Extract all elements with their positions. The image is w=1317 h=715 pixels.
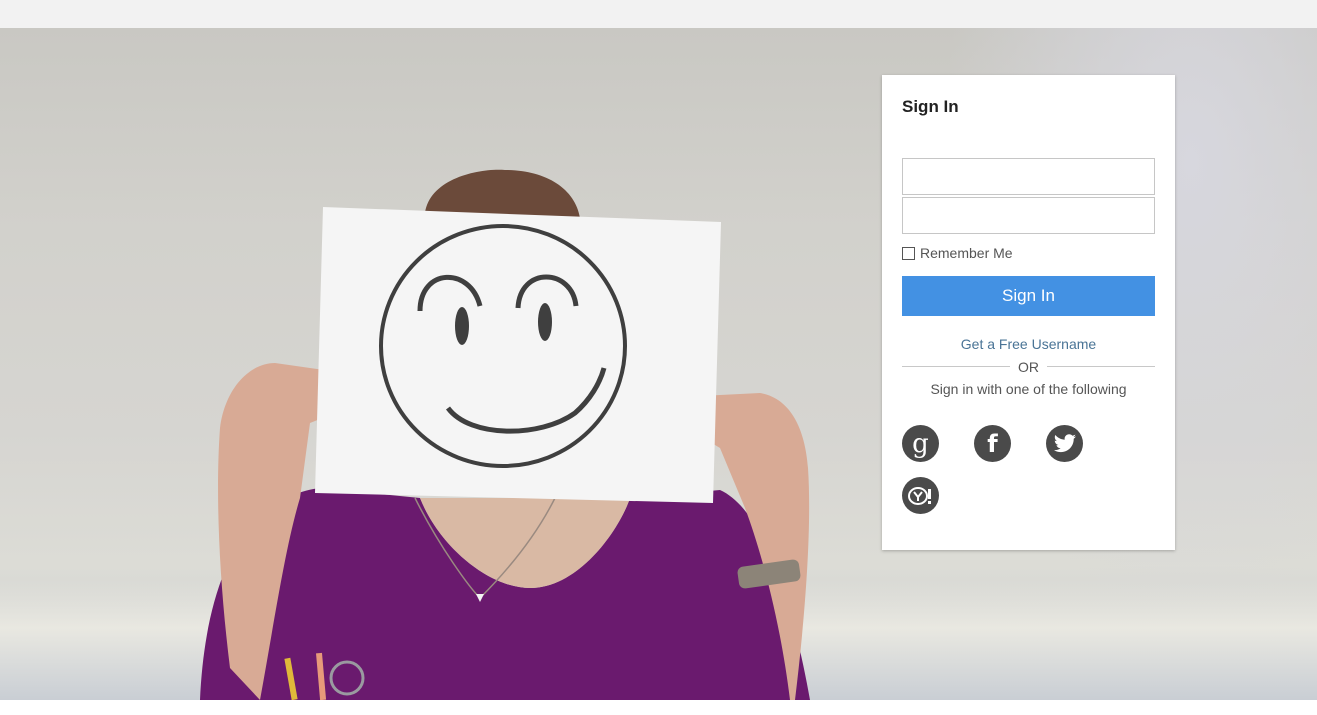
sign-in-button[interactable]: Sign In [902,276,1155,316]
google-icon[interactable]: g [902,425,939,462]
remember-me-label[interactable]: Remember Me [920,245,1013,261]
facebook-icon[interactable]: f [974,425,1011,462]
get-free-username-link[interactable]: Get a Free Username [882,336,1175,352]
remember-me-checkbox[interactable] [902,246,915,260]
twitter-icon[interactable] [1046,425,1083,462]
top-bar [0,0,1317,28]
or-label: OR [1018,358,1039,375]
bottom-bar [0,700,1317,715]
yahoo-icon[interactable] [902,477,939,514]
signin-panel: Sign In Remember Me Sign In Get a Free U… [882,75,1175,550]
password-input[interactable] [902,197,1155,234]
or-divider: OR [902,358,1155,375]
signin-title: Sign In [902,97,959,116]
remember-me-row[interactable]: Remember Me [902,245,1013,261]
social-signin-text: Sign in with one of the following [930,381,1127,397]
username-input[interactable] [902,158,1155,195]
